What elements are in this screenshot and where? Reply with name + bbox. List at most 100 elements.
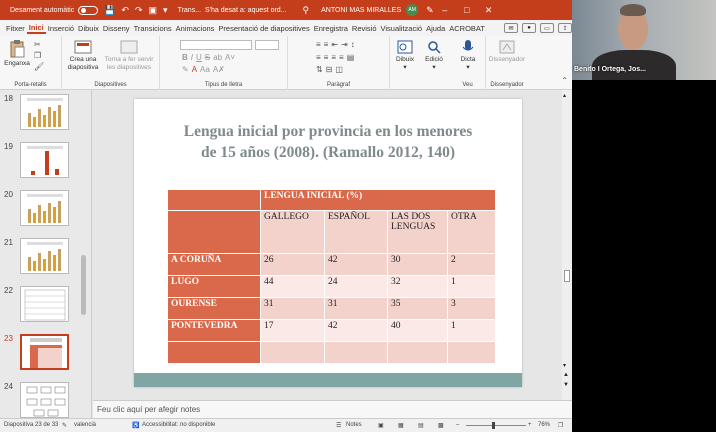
copy-icon[interactable]: ❐: [34, 51, 44, 60]
tab-fitxer[interactable]: Fitxer: [4, 24, 27, 33]
thumbnails-scrollbar[interactable]: [80, 95, 87, 415]
collapse-ribbon-icon[interactable]: ⌃: [561, 76, 568, 85]
smartart-icon[interactable]: ◫: [335, 65, 343, 74]
slide-thumbnail[interactable]: 19: [0, 140, 92, 182]
comments-icon[interactable]: ✉: [504, 23, 518, 33]
numbering-icon[interactable]: ≡: [324, 40, 329, 49]
scroll-up-icon[interactable]: ▴: [563, 92, 566, 99]
tab-inici[interactable]: Inici: [26, 23, 46, 34]
pen-icon[interactable]: ✎: [426, 5, 434, 16]
reading-view-icon[interactable]: ▤: [418, 422, 424, 429]
tab-inserci-[interactable]: Inserció: [46, 24, 76, 33]
font-color-icon[interactable]: A: [192, 65, 197, 74]
notes-pane[interactable]: Feu clic aquí per afegir notes: [93, 400, 572, 418]
align-center-icon[interactable]: ≡: [324, 53, 329, 62]
slide-thumbnail[interactable]: 18: [0, 92, 92, 134]
tab-visualitzaci-[interactable]: Visualització: [379, 24, 425, 33]
slide-thumbnail[interactable]: 22: [0, 284, 92, 326]
bullets-icon[interactable]: ≡: [316, 40, 321, 49]
zoom-slider[interactable]: [466, 425, 526, 426]
drawing-button[interactable]: Dibuix ▾: [392, 40, 418, 72]
cut-icon[interactable]: ✂: [34, 40, 44, 49]
tab-ajuda[interactable]: Ajuda: [424, 24, 447, 33]
slide-thumbnail[interactable]: 23: [0, 332, 92, 374]
text-direction-icon[interactable]: ⇅: [316, 65, 323, 74]
tab-dibuix[interactable]: Dibuix: [76, 24, 101, 33]
paste-button[interactable]: Enganxa: [4, 40, 30, 68]
accessibility-icon[interactable]: ♿: [132, 422, 139, 429]
accessibility-status[interactable]: Accessibilitat: no disponible: [142, 422, 215, 428]
undo-icon[interactable]: ↶: [121, 5, 129, 16]
highlight-icon[interactable]: ✎: [182, 65, 189, 74]
user-name[interactable]: ANTONI MAS MIRALLES: [321, 7, 401, 14]
minimize-icon[interactable]: –: [434, 5, 456, 15]
record-icon[interactable]: ●: [522, 23, 536, 33]
close-icon[interactable]: ✕: [478, 5, 500, 16]
tab-disseny[interactable]: Disseny: [101, 24, 132, 33]
share-icon[interactable]: ⇪: [558, 23, 572, 33]
underline-icon[interactable]: U: [196, 53, 202, 62]
slide-thumbnail[interactable]: 21: [0, 236, 92, 278]
slide-thumbnail[interactable]: 20: [0, 188, 92, 230]
align-right-icon[interactable]: ≡: [331, 53, 336, 62]
tab-transicions[interactable]: Transicions: [132, 24, 174, 33]
font-name-combo[interactable]: [180, 40, 252, 50]
notes-toggle[interactable]: Notes: [346, 422, 362, 428]
line-spacing-icon[interactable]: ↕: [351, 40, 355, 49]
notes-icon[interactable]: ☰: [336, 422, 341, 429]
customize-qat-icon[interactable]: ▾: [163, 5, 168, 16]
font-size-up-icon[interactable]: A˅: [225, 53, 235, 62]
slide-sorter-icon[interactable]: ▦: [398, 422, 404, 429]
columns-icon[interactable]: ▤: [347, 53, 355, 62]
language-table[interactable]: LENGUA INICIAL (%) GALLEGO ESPAÑOL LAS DOS…: [167, 189, 496, 364]
maximize-icon[interactable]: □: [456, 5, 478, 15]
zoom-level[interactable]: 76%: [538, 422, 550, 428]
slideshow-view-icon[interactable]: ▩: [438, 422, 444, 429]
prev-slide-icon[interactable]: ▲: [563, 372, 569, 378]
font-size-combo[interactable]: [255, 40, 279, 50]
change-case-icon[interactable]: Aa: [200, 65, 210, 74]
language-indicator[interactable]: valencià: [74, 422, 96, 428]
clear-format-icon[interactable]: A✗: [213, 65, 225, 74]
autosave-toggle[interactable]: [78, 5, 99, 15]
scroll-thumb[interactable]: [564, 270, 570, 282]
search-icon[interactable]: ⚲: [303, 5, 310, 16]
zoom-slider-handle[interactable]: [492, 422, 495, 429]
strikethrough-icon[interactable]: S: [205, 53, 210, 62]
avatar[interactable]: AM: [406, 4, 419, 16]
reuse-slides-button[interactable]: Torna a fer servir les diapositives: [102, 40, 156, 72]
indent-more-icon[interactable]: ⇥: [341, 40, 348, 49]
designer-button[interactable]: Dissenyador: [488, 40, 526, 64]
next-slide-icon[interactable]: ▼: [563, 382, 569, 388]
normal-view-icon[interactable]: ▣: [378, 422, 384, 429]
char-spacing-icon[interactable]: ab: [213, 53, 222, 62]
document-name[interactable]: Trans...: [178, 7, 201, 14]
current-slide[interactable]: Lengua inicial por provincia en los meno…: [134, 99, 522, 387]
fit-slide-icon[interactable]: ❒: [558, 422, 563, 429]
align-left-icon[interactable]: ≡: [316, 53, 321, 62]
tab-acrobat[interactable]: ACROBAT: [447, 24, 487, 33]
format-painter-icon[interactable]: 🖌: [34, 62, 44, 71]
dictate-button[interactable]: Dicta ▾: [454, 40, 482, 72]
tab-presentaci-de-diapositives[interactable]: Presentació de diapositives: [216, 24, 311, 33]
zoom-in-icon[interactable]: +: [528, 422, 532, 428]
tab-enregistra[interactable]: Enregistra: [312, 24, 350, 33]
redo-icon[interactable]: ↷: [135, 5, 143, 16]
tab-revisi-[interactable]: Revisió: [350, 24, 379, 33]
editor-scrollbar[interactable]: ▴ ▾ ▲ ▼: [562, 90, 572, 400]
new-slide-button[interactable]: Crea una diapositiva: [64, 40, 102, 72]
indent-less-icon[interactable]: ⇤: [331, 40, 338, 49]
scroll-down-icon[interactable]: ▾: [563, 362, 566, 369]
spellcheck-icon[interactable]: ✎: [62, 422, 67, 429]
bold-icon[interactable]: B: [182, 53, 188, 62]
slideshow-icon[interactable]: ▣: [149, 5, 158, 16]
slide-thumbnail[interactable]: 24: [0, 380, 92, 422]
tab-animacions[interactable]: Animacions: [174, 24, 217, 33]
save-icon[interactable]: 💾: [104, 5, 115, 16]
zoom-out-icon[interactable]: –: [456, 422, 459, 428]
justify-icon[interactable]: ≡: [339, 53, 344, 62]
align-text-icon[interactable]: ⊟: [326, 65, 333, 74]
present-icon[interactable]: ▭: [540, 23, 554, 33]
slide-title[interactable]: Lengua inicial por provincia en los meno…: [154, 121, 502, 163]
editing-button[interactable]: Edició ▾: [420, 40, 448, 72]
